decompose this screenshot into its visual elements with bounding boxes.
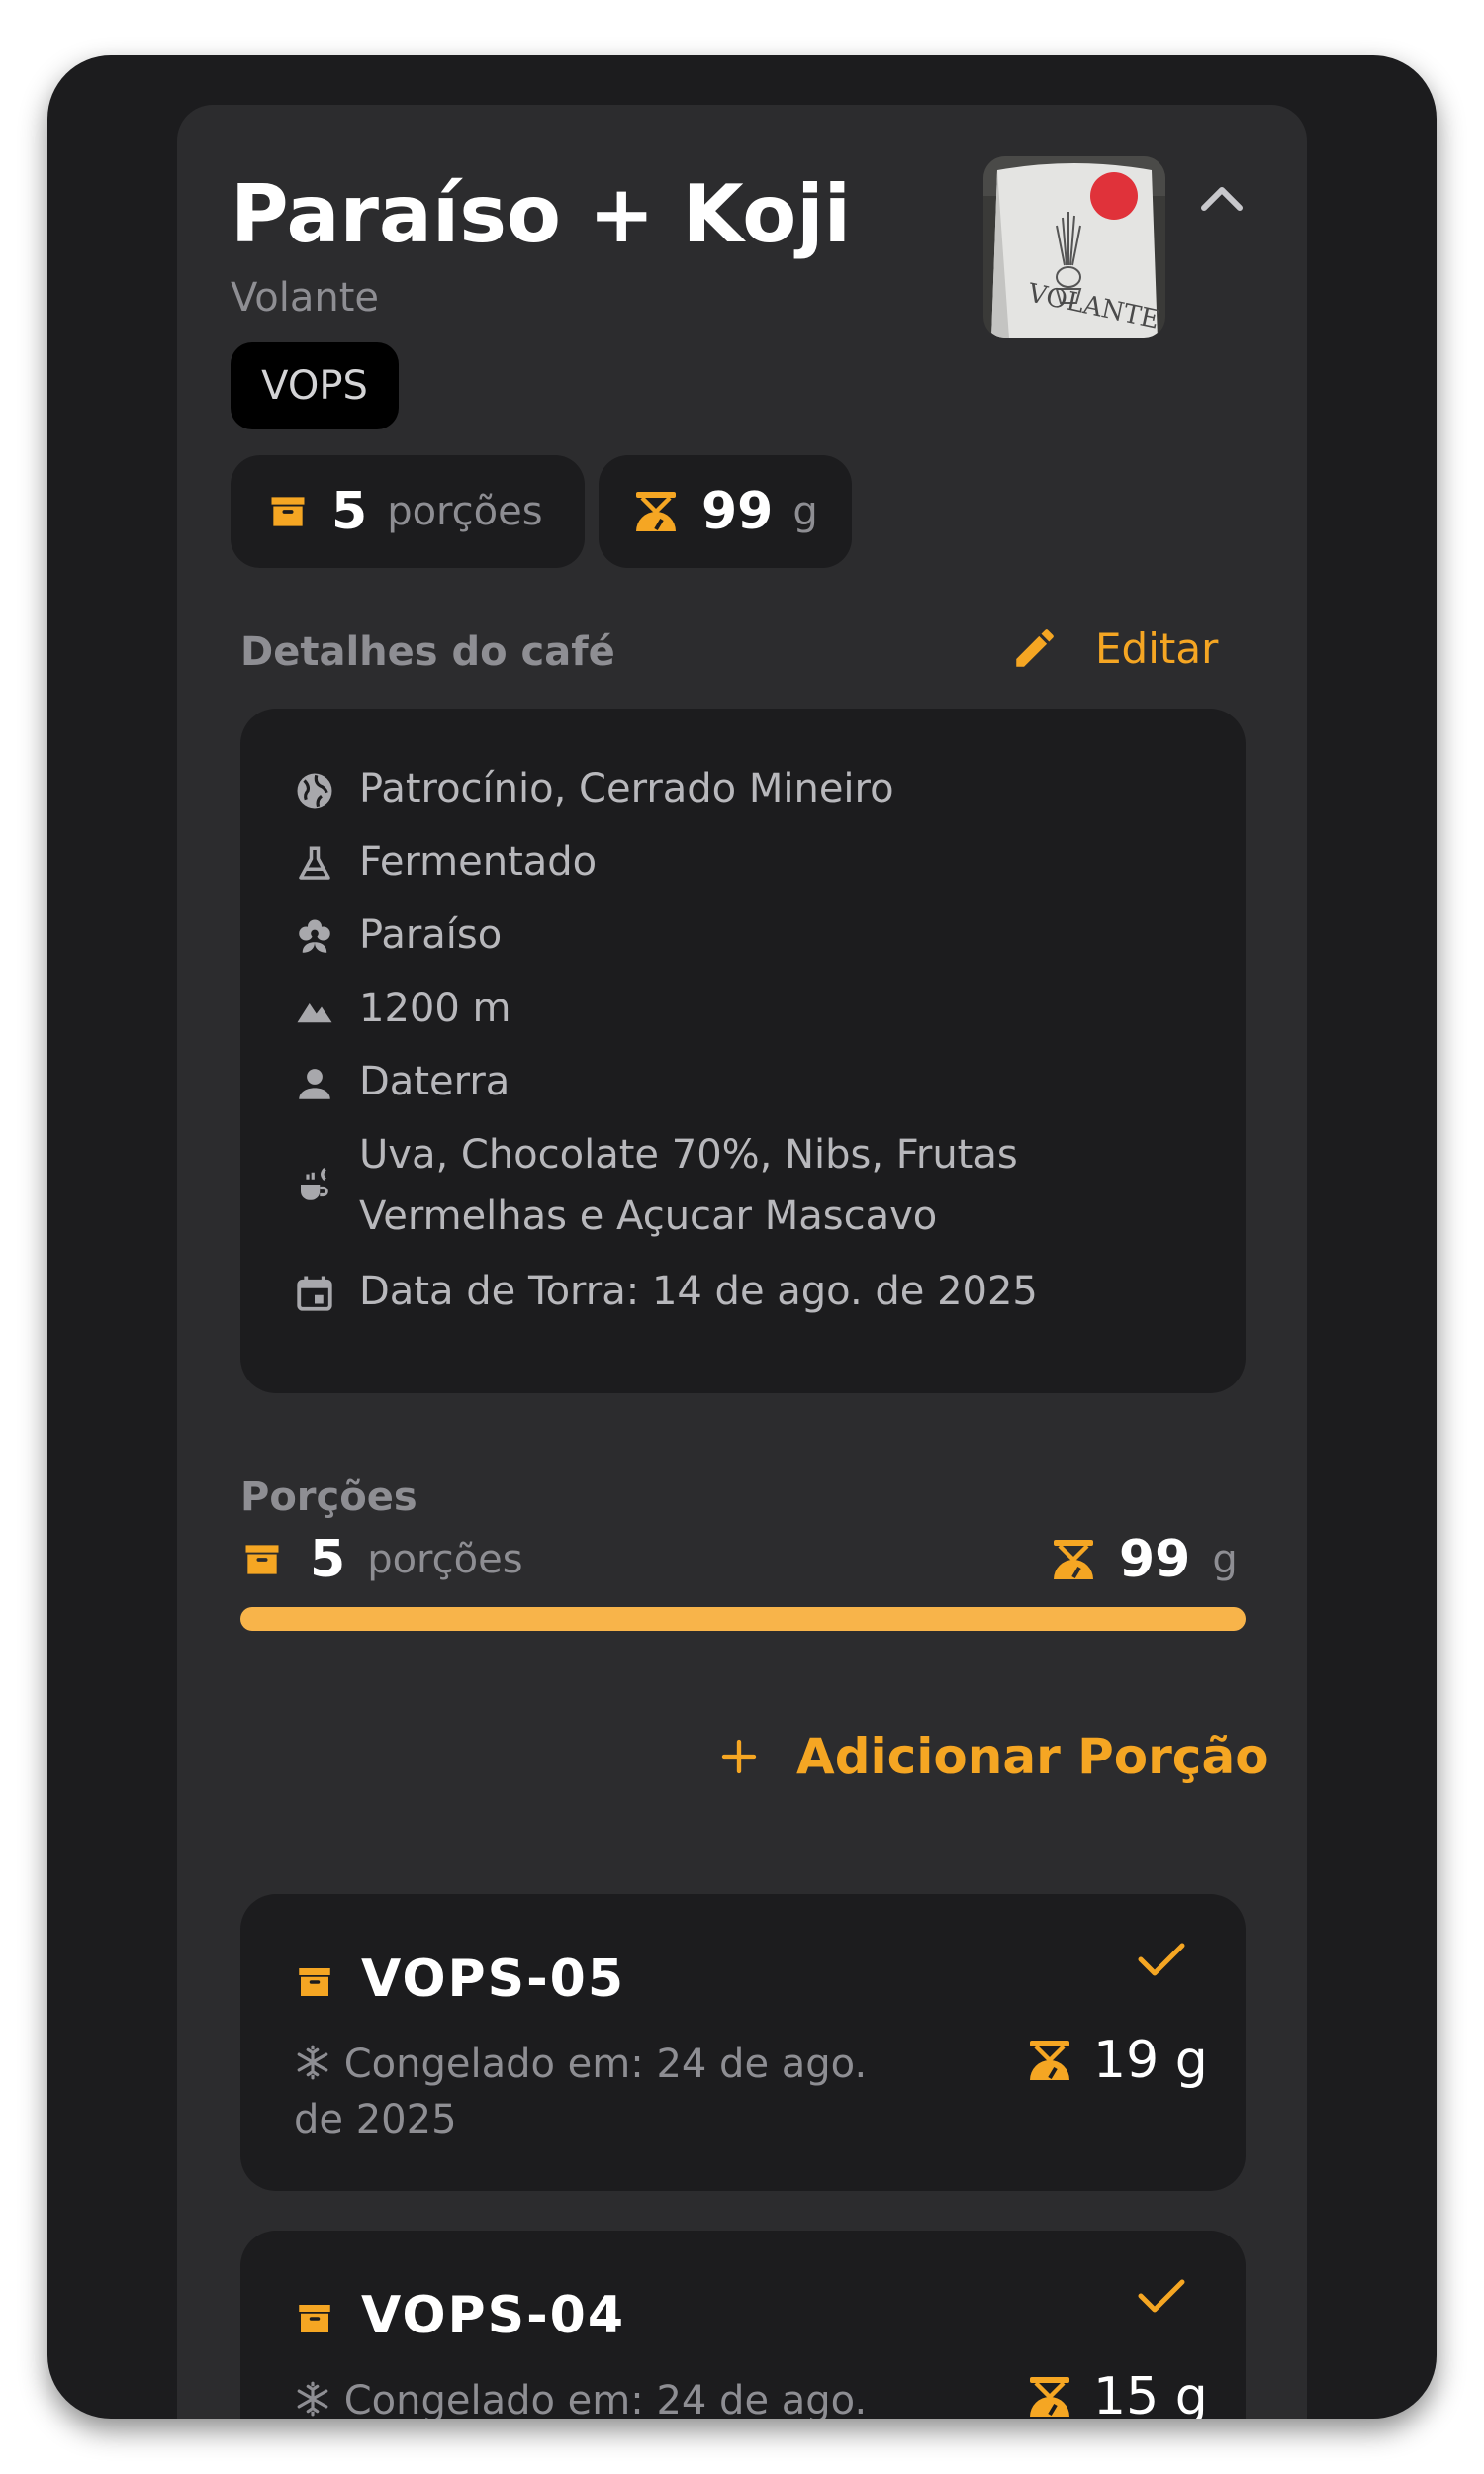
origin-text: Patrocínio, Cerrado Mineiro	[359, 766, 894, 811]
portion-frozen-text: Congelado em: 24 de ago. de 2025	[343, 2378, 868, 2419]
portion-weight-value: 15 g	[1093, 2367, 1208, 2419]
tasting-notes-text: Uva, Chocolate 70%, Nibs, Frutas Vermelh…	[359, 1124, 1018, 1247]
producer-text: Daterra	[359, 1059, 510, 1104]
portion-frozen-info: Congelado em: 24 de ago. de 2025	[294, 2039, 927, 2145]
portion-frozen-info: Congelado em: 24 de ago. de 2025	[294, 2375, 927, 2419]
plus-icon	[719, 1737, 759, 1776]
add-portion-button[interactable]: Adicionar Porção	[719, 1728, 1269, 1785]
altitude-text: 1200 m	[359, 986, 511, 1031]
portions-weight-summary: 99 g	[1050, 1530, 1238, 1589]
portion-weight-value: 19 g	[1093, 2031, 1208, 2090]
portion-weight: 15 g	[1026, 2367, 1208, 2419]
portion-frozen-text: Congelado em: 24 de ago. de 2025	[294, 2042, 868, 2142]
tasting-notes-line-1: Uva, Chocolate 70%, Nibs, Frutas	[359, 1132, 1018, 1178]
portions-count: 5	[331, 482, 368, 541]
coffee-tag: VOPS	[231, 342, 399, 429]
coffee-bag-photo[interactable]: VOLANTE	[983, 156, 1165, 338]
roast-date-row: Data de Torra: 14 de ago. de 2025	[294, 1269, 1038, 1322]
snowflake-icon	[294, 2043, 331, 2094]
check-icon[interactable]	[1135, 1938, 1188, 1981]
mountain-icon	[294, 990, 335, 1031]
process-row: Fermentado	[294, 839, 597, 893]
portion-card[interactable]: VOPS-05 Congelado em: 24 de ago. de 2025…	[240, 1894, 1246, 2191]
portion-name: VOPS-05	[361, 1950, 626, 2009]
variety-text: Paraíso	[359, 912, 503, 958]
scale-icon	[1026, 2039, 1073, 2082]
check-icon[interactable]	[1135, 2274, 1188, 2318]
phone-screen: Paraíso + Koji Volante VOPS VOLANTE 5 po…	[47, 55, 1437, 2419]
portions-stat-chip: 5 porções	[231, 455, 585, 568]
scale-icon	[632, 490, 680, 533]
pencil-icon	[1010, 623, 1060, 673]
edit-button[interactable]: Editar	[1010, 623, 1218, 673]
process-text: Fermentado	[359, 839, 598, 885]
portions-weight-value: 99	[1119, 1530, 1191, 1589]
portions-section-label: Porções	[240, 1475, 417, 1520]
globe-icon	[294, 770, 335, 811]
portions-summary-count: 5	[310, 1530, 346, 1589]
collapse-chevron-icon[interactable]	[1192, 172, 1252, 222]
weight-unit: g	[792, 489, 818, 534]
flower-icon	[294, 916, 335, 958]
portions-summary-unit: porções	[367, 1537, 523, 1582]
portions-progress-bar	[240, 1607, 1246, 1631]
archive-box-icon	[240, 1538, 284, 1581]
scale-icon	[1050, 1538, 1097, 1581]
roast-date-text: Data de Torra: 14 de ago. de 2025	[359, 1269, 1038, 1314]
snowflake-icon	[294, 2379, 331, 2419]
origin-row: Patrocínio, Cerrado Mineiro	[294, 766, 894, 819]
coffee-card: Paraíso + Koji Volante VOPS VOLANTE 5 po…	[177, 105, 1307, 2419]
altitude-row: 1200 m	[294, 986, 510, 1039]
portions-unit: porções	[387, 489, 543, 534]
add-portion-label: Adicionar Porção	[796, 1728, 1269, 1785]
tasting-notes-row: Uva, Chocolate 70%, Nibs, Frutas Vermelh…	[294, 1132, 1018, 1247]
archive-box-icon	[294, 1961, 335, 2003]
portion-name: VOPS-04	[361, 2286, 626, 2345]
portions-summary: 5 porções	[240, 1530, 523, 1589]
producer-row: Daterra	[294, 1059, 510, 1112]
portion-weight: 19 g	[1026, 2031, 1208, 2090]
weight-stat-chip: 99 g	[599, 455, 852, 568]
flask-icon	[294, 843, 335, 885]
roaster-name: Volante	[231, 275, 379, 321]
edit-label: Editar	[1095, 623, 1219, 673]
tasting-notes-line-2: Vermelhas e Açucar Mascavo	[359, 1193, 938, 1239]
portions-weight-unit: g	[1212, 1537, 1238, 1582]
archive-box-icon	[266, 490, 310, 533]
archive-box-icon	[294, 2298, 335, 2339]
coffee-title: Paraíso + Koji	[231, 168, 852, 260]
weight-value: 99	[701, 482, 774, 541]
person-icon	[294, 1063, 335, 1104]
variety-row: Paraíso	[294, 912, 502, 966]
coffee-notes-icon	[294, 1164, 335, 1205]
scale-icon	[1026, 2375, 1073, 2419]
calendar-icon	[294, 1273, 335, 1314]
details-section-label: Detalhes do café	[240, 629, 615, 675]
coffee-details-panel: Patrocínio, Cerrado Mineiro Fermentado P…	[240, 709, 1246, 1393]
portion-card[interactable]: VOPS-04 Congelado em: 24 de ago. de 2025…	[240, 2231, 1246, 2419]
